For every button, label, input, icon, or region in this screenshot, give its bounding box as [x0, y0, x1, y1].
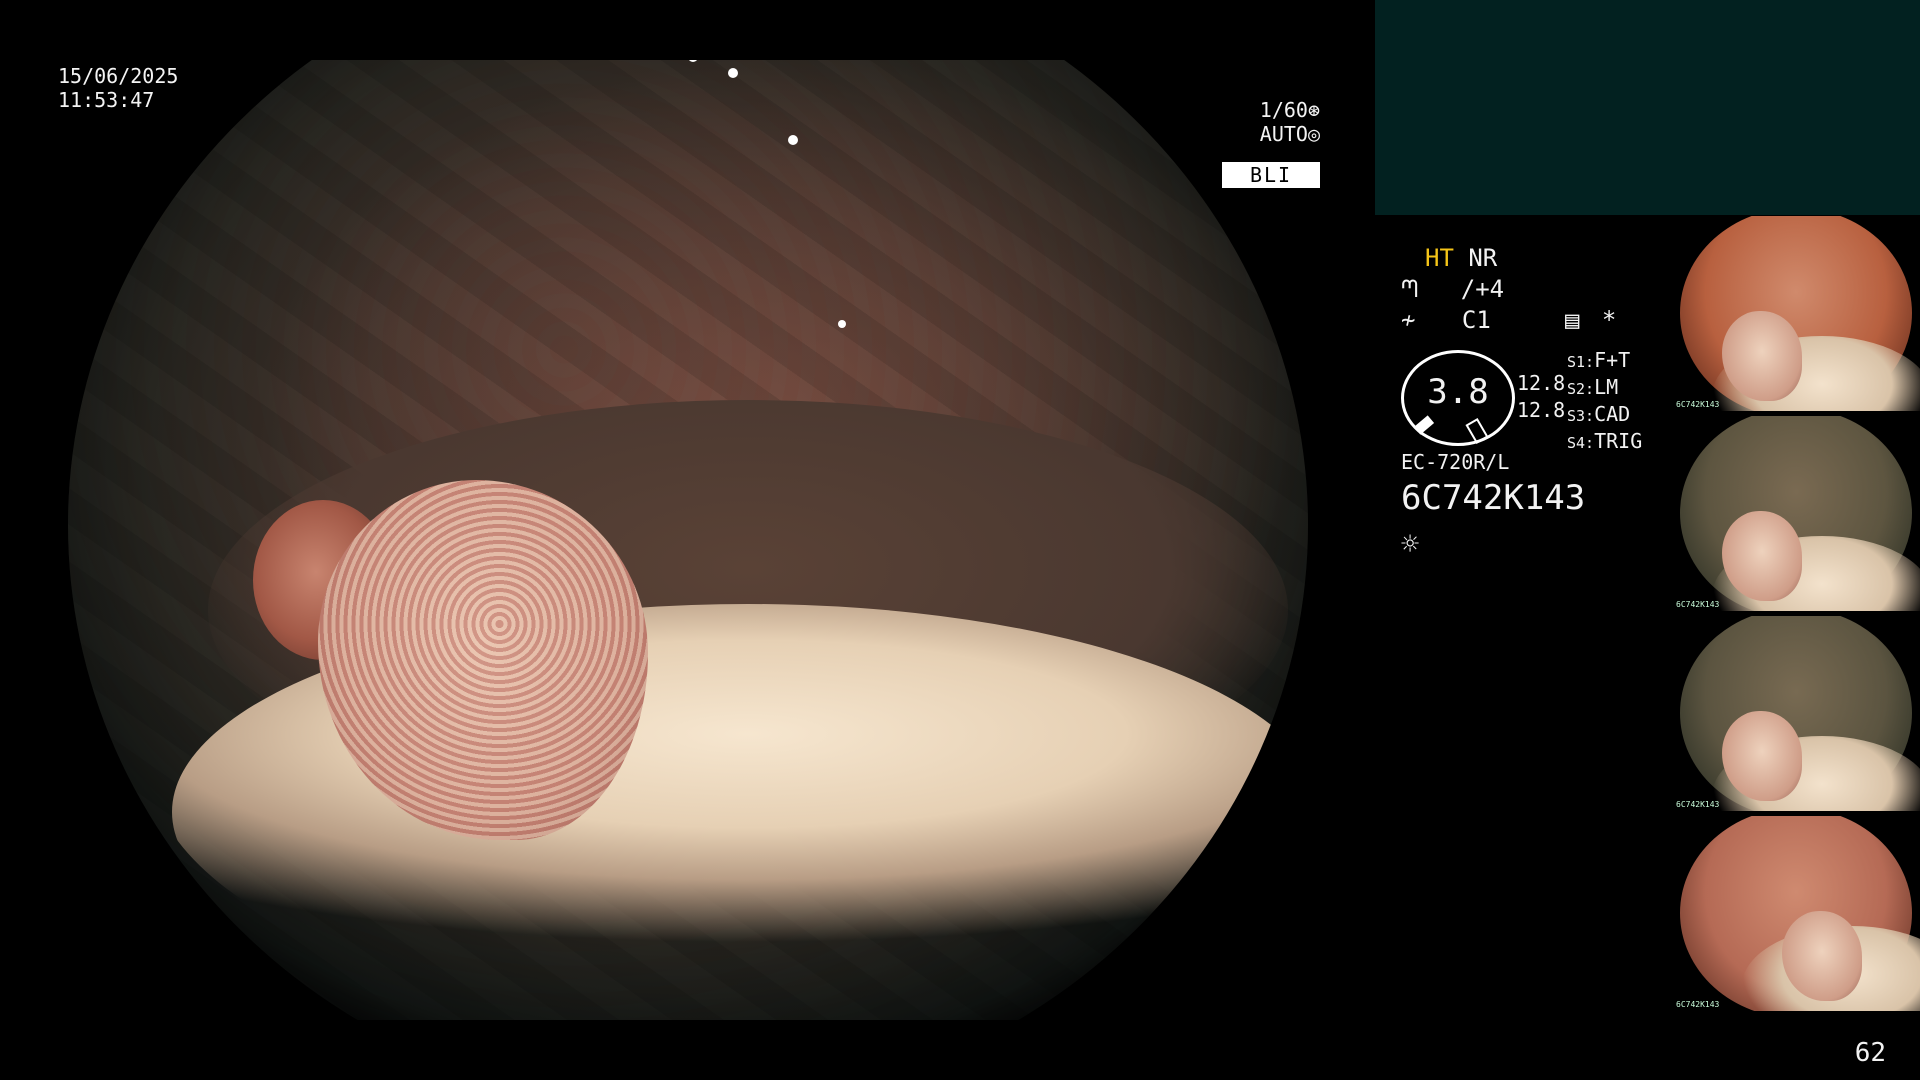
- zoom-value: 3.8: [1427, 372, 1489, 412]
- thumbnail-1[interactable]: 6C742K143: [1672, 216, 1920, 411]
- color-row: ≁ C1: [1401, 306, 1491, 334]
- ht-nr-row: HT NR: [1425, 244, 1497, 272]
- switch-item: S1:F+T: [1567, 348, 1631, 372]
- info-panel-top: [1375, 0, 1920, 215]
- enhance-value: /+4: [1460, 275, 1505, 303]
- switch-item: S2:LM: [1567, 375, 1619, 399]
- color-value: C1: [1461, 306, 1491, 334]
- thumbnail-2[interactable]: 6C742K143: [1672, 416, 1920, 611]
- measure-value-2: 12.8: [1517, 398, 1566, 422]
- switch-item: S4:TRIG: [1567, 429, 1643, 453]
- light-sun-icon: ☼: [1401, 527, 1420, 562]
- endoscope-main-view: [58, 60, 1318, 1020]
- color-curve-icon: ≁: [1401, 306, 1416, 334]
- ht-label: HT: [1425, 244, 1454, 272]
- shutter-text: 1/60: [1259, 98, 1308, 122]
- iris-icon: ◎: [1307, 122, 1320, 146]
- shutter-icon: ⊛: [1307, 98, 1320, 122]
- mode-badge-bli: BLI: [1222, 162, 1320, 188]
- iris-text: AUTO: [1259, 122, 1308, 146]
- measure-value-1: 12.8: [1517, 371, 1566, 395]
- nr-label: NR: [1468, 244, 1498, 272]
- thumbnail-label: 6C742K143: [1676, 800, 1720, 809]
- record-row: ▤ *: [1565, 306, 1616, 334]
- scope-model: EC-720R/L: [1401, 450, 1510, 474]
- scope-serial: 6C742K143: [1401, 478, 1586, 518]
- thumbnail-3[interactable]: 6C742K143: [1672, 616, 1920, 811]
- light-reflection: [838, 320, 846, 328]
- light-reflection: [788, 135, 798, 145]
- light-reflection: [728, 68, 738, 78]
- thumbnail-label: 6C742K143: [1676, 600, 1720, 609]
- thumbnail-label: 6C742K143: [1676, 400, 1720, 409]
- shutter-row: 1/60⊛: [1236, 98, 1320, 122]
- enhance-row: ᘉ /+4: [1401, 275, 1504, 303]
- endoscope-image: [68, 60, 1308, 1020]
- switch-list: S1:F+T S2:LM S3:CAD S4:TRIG: [1567, 348, 1642, 456]
- time-text: 11:53:47: [58, 88, 155, 112]
- asterisk-mark: *: [1601, 306, 1617, 334]
- measure-values: 12.8 12.8: [1517, 370, 1565, 424]
- iris-row: AUTO◎: [1236, 122, 1320, 146]
- date-text: 15/06/2025: [58, 64, 179, 88]
- exposure-info: 1/60⊛ AUTO◎: [1236, 98, 1320, 146]
- thumbnail-label: 6C742K143: [1676, 1000, 1720, 1009]
- frame-count: 62: [1854, 1038, 1886, 1068]
- timestamp: 15/06/2025 11:53:47: [58, 64, 178, 112]
- enhance-curve-icon: ᘉ: [1401, 275, 1419, 303]
- switch-item: S3:CAD: [1567, 402, 1631, 426]
- thumbnail-4[interactable]: 6C742K143: [1672, 816, 1920, 1011]
- record-icon: ▤: [1565, 306, 1580, 334]
